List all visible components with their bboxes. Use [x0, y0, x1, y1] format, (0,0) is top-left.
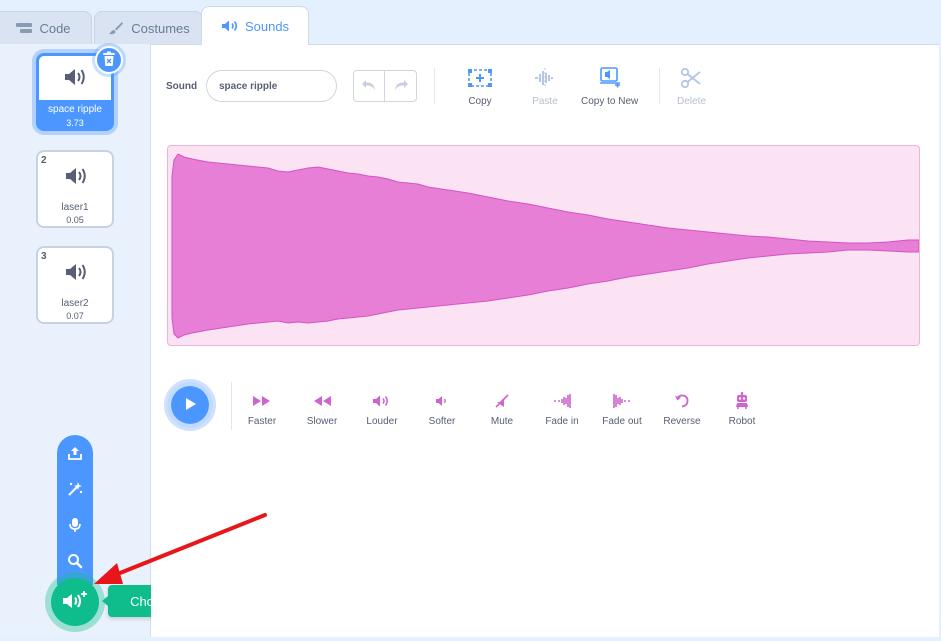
- sound-index: 3: [41, 251, 47, 262]
- sound-name-label: Sound: [166, 81, 198, 92]
- copy-to-new-label: Copy to New: [581, 96, 639, 107]
- redo-button[interactable]: [385, 70, 417, 102]
- delete-label: Delete: [677, 96, 706, 107]
- sound-tile-2[interactable]: 2 laser1 0.05: [36, 150, 114, 228]
- effect-fade-in-label: Fade in: [545, 416, 579, 427]
- copy-to-new-icon: [597, 67, 623, 89]
- effect-louder-label: Louder: [366, 416, 398, 427]
- reverse-icon: [671, 392, 693, 410]
- effect-robot-label: Robot: [728, 416, 756, 427]
- undo-icon: [361, 79, 377, 94]
- fade-out-icon: [611, 392, 633, 410]
- editor-tabs: Code Costumes Sounds: [0, 0, 941, 45]
- effect-fade-out-label: Fade out: [602, 416, 642, 427]
- upload-sound-icon[interactable]: [65, 443, 85, 463]
- fade-in-icon: [551, 392, 573, 410]
- scissors-icon: [678, 67, 704, 89]
- record-icon[interactable]: [65, 515, 85, 535]
- waveform-graphic: [171, 153, 919, 339]
- add-sound-icon: [61, 589, 89, 616]
- play-button[interactable]: [167, 382, 213, 428]
- delete-sound-button[interactable]: [95, 46, 123, 74]
- speaker-icon: [64, 166, 90, 189]
- sound-duration: 0.07: [66, 311, 84, 321]
- mute-icon: [491, 392, 513, 410]
- effect-louder-button[interactable]: Louder: [352, 392, 412, 427]
- sound-index: 2: [41, 155, 47, 166]
- effect-slower-button[interactable]: Slower: [292, 392, 352, 427]
- tab-sounds-label: Sounds: [244, 18, 290, 34]
- speaker-icon: [64, 262, 90, 285]
- play-icon: [183, 397, 197, 414]
- tab-sounds[interactable]: Sounds: [201, 6, 309, 45]
- slower-icon: [311, 392, 333, 410]
- sound-duration: 0.05: [66, 215, 84, 225]
- copy-label: Copy: [468, 96, 492, 107]
- speaker-icon: [221, 19, 239, 33]
- sound-name: laser2: [61, 298, 89, 309]
- add-sound-menu: [57, 435, 93, 585]
- sound-editor: Sound Copy Paste Copy to New: [151, 44, 939, 637]
- waveform-area[interactable]: [167, 145, 920, 346]
- effect-faster-button[interactable]: Faster: [232, 392, 292, 427]
- redo-icon: [393, 79, 409, 94]
- trash-icon: [102, 51, 116, 70]
- search-icon[interactable]: [65, 551, 85, 571]
- louder-icon: [371, 392, 393, 410]
- tab-code-label: Code: [39, 20, 71, 36]
- effect-faster-label: Faster: [247, 416, 277, 427]
- copy-icon: [467, 67, 493, 89]
- effect-mute-button[interactable]: Mute: [472, 392, 532, 427]
- speaker-icon: [63, 67, 89, 90]
- undo-redo-group: [353, 70, 418, 102]
- effect-slower-label: Slower: [306, 416, 338, 427]
- effect-softer-button[interactable]: Softer: [412, 392, 472, 427]
- softer-icon: [431, 392, 453, 410]
- sound-duration: 3.73: [66, 118, 84, 128]
- choose-sound-button[interactable]: [45, 572, 105, 632]
- tab-code[interactable]: Code: [0, 11, 92, 44]
- delete-button[interactable]: Delete: [677, 67, 706, 107]
- effect-fade-out-button[interactable]: Fade out: [592, 392, 652, 427]
- tab-costumes-label: Costumes: [131, 20, 190, 36]
- effect-softer-label: Softer: [428, 416, 456, 427]
- sound-name-input[interactable]: [206, 70, 337, 102]
- effect-robot-button[interactable]: Robot: [712, 392, 772, 427]
- code-icon: [15, 21, 33, 35]
- tab-costumes[interactable]: Costumes: [94, 11, 203, 44]
- undo-button[interactable]: [353, 70, 385, 102]
- paste-label: Paste: [532, 96, 558, 107]
- paste-icon: [532, 67, 558, 89]
- effect-mute-label: Mute: [490, 416, 514, 427]
- effect-reverse-label: Reverse: [663, 416, 701, 427]
- sound-name: space ripple: [48, 104, 102, 115]
- brush-icon: [107, 21, 125, 35]
- effect-reverse-button[interactable]: Reverse: [652, 392, 712, 427]
- effect-fade-in-button[interactable]: Fade in: [532, 392, 592, 427]
- robot-icon: [731, 392, 753, 410]
- copy-to-new-button[interactable]: Copy to New: [581, 67, 638, 107]
- paste-button[interactable]: Paste: [532, 67, 558, 107]
- faster-icon: [251, 392, 273, 410]
- copy-button[interactable]: Copy: [467, 67, 493, 107]
- sound-index: 1: [42, 59, 48, 70]
- surprise-icon[interactable]: [65, 479, 85, 499]
- sound-tile-3[interactable]: 3 laser2 0.07: [36, 246, 114, 324]
- sound-name: laser1: [61, 202, 89, 213]
